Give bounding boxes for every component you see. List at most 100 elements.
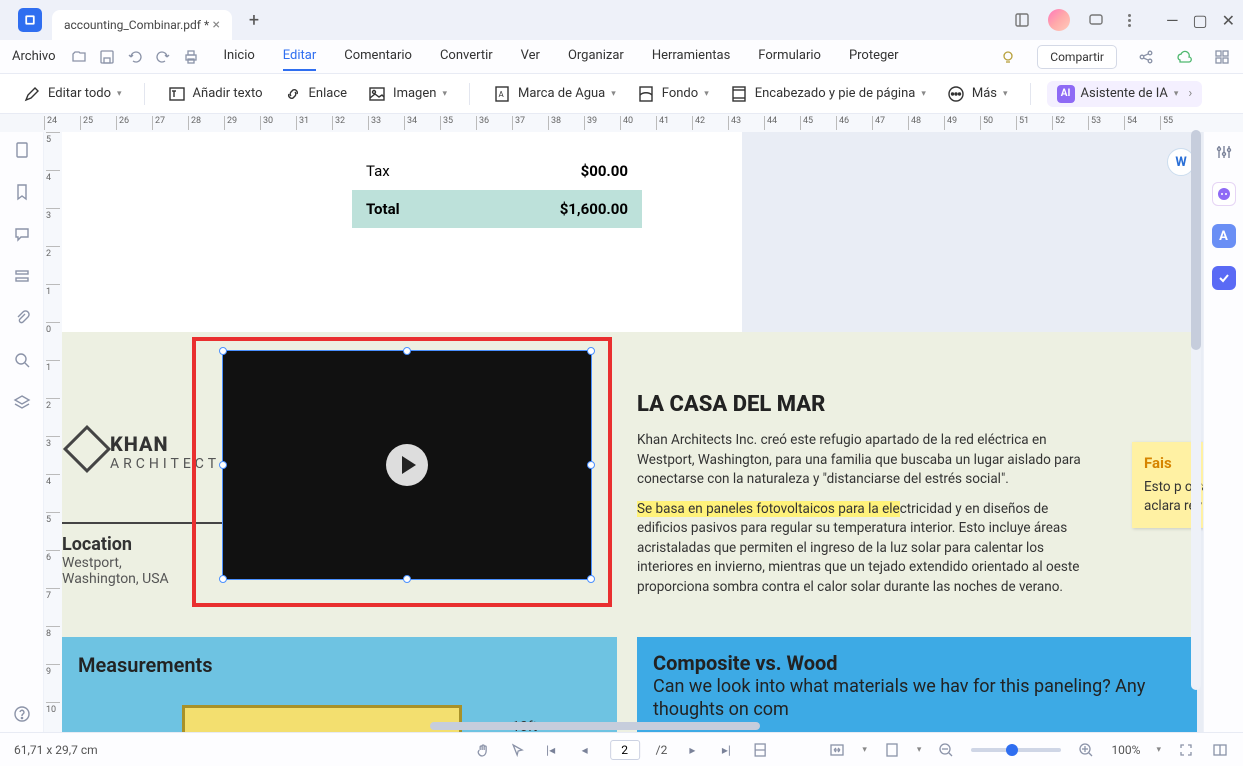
minimize-button[interactable]: — (1166, 11, 1179, 30)
ai-chat-icon[interactable] (1212, 182, 1236, 206)
article-title: LA CASA DEL MAR (637, 392, 1097, 417)
sliders-icon[interactable] (1212, 140, 1236, 164)
resize-handle-se[interactable] (587, 575, 595, 583)
translate-icon[interactable]: A (1212, 224, 1236, 248)
prev-page-icon[interactable]: ◂ (576, 741, 594, 759)
first-page-icon[interactable]: |◂ (542, 741, 560, 759)
read-mode-icon[interactable] (1211, 741, 1229, 759)
cloud-icon[interactable] (1175, 48, 1193, 66)
image-tool[interactable]: Imagen▾ (361, 80, 453, 108)
horizontal-scroll-thumb[interactable] (430, 722, 760, 730)
fit-width-icon[interactable] (828, 741, 846, 759)
document-canvas[interactable]: Tax$00.00 Total$1,600.00 KHAN ARCHITECT … (62, 132, 1203, 742)
resize-handle-ne[interactable] (587, 347, 595, 355)
menu-file[interactable]: Archivo (12, 49, 56, 64)
share-nodes-icon[interactable] (1137, 48, 1155, 66)
undo-icon[interactable] (126, 48, 144, 66)
last-page-icon[interactable]: ▸| (717, 741, 735, 759)
composite-heading: Composite vs. Wood (653, 651, 1181, 675)
play-icon[interactable] (386, 444, 428, 486)
video-object[interactable] (222, 350, 592, 580)
layers-icon[interactable] (12, 392, 32, 412)
lightbulb-icon[interactable] (999, 48, 1017, 66)
view-mode-icon[interactable] (883, 741, 901, 759)
resize-handle-nw[interactable] (219, 347, 227, 355)
menu-proteger[interactable]: Proteger (849, 42, 899, 71)
maximize-button[interactable]: ▢ (1192, 11, 1207, 30)
menu-organizar[interactable]: Organizar (568, 42, 624, 71)
resize-handle-s[interactable] (403, 575, 411, 583)
help-icon[interactable] (12, 704, 32, 724)
more-tool[interactable]: Más▾ (940, 80, 1014, 108)
user-avatar[interactable] (1048, 9, 1070, 31)
zoom-slider-thumb[interactable] (1006, 744, 1018, 756)
comments-icon[interactable] (12, 224, 32, 244)
composite-body: Can we look into what materials we hav f… (653, 675, 1181, 722)
edit-all-tool[interactable]: Editar todo▾ (16, 80, 128, 108)
new-tab-button[interactable]: + (240, 6, 268, 34)
thumbnails-icon[interactable] (12, 140, 32, 160)
save-icon[interactable] (98, 48, 116, 66)
fullscreen-icon[interactable] (1177, 741, 1195, 759)
ai-assistant-tool[interactable]: AIAsistente de IA▾› (1047, 81, 1203, 107)
checklist-icon[interactable] (1212, 266, 1236, 290)
menu-herramientas[interactable]: Herramientas (652, 42, 730, 71)
menu-formulario[interactable]: Formulario (758, 42, 821, 71)
hand-tool-icon[interactable] (474, 741, 492, 759)
resize-handle-w[interactable] (219, 461, 227, 469)
watermark-label: Marca de Agua (518, 86, 605, 101)
vertical-scroll-thumb[interactable] (1191, 130, 1201, 350)
zoom-in-icon[interactable] (1077, 741, 1095, 759)
fields-icon[interactable] (12, 266, 32, 286)
document-tab[interactable]: accounting_Combinar.pdf * × (52, 10, 232, 40)
menu-ver[interactable]: Ver (521, 42, 540, 71)
cursor-coords: 61,71 x 29,7 cm (14, 743, 98, 757)
kebab-icon[interactable] (1122, 12, 1138, 28)
close-tab-icon[interactable]: × (213, 17, 220, 33)
menu-inicio[interactable]: Inicio (224, 42, 255, 71)
grid-icon[interactable] (1213, 48, 1231, 66)
link-tool[interactable]: Enlace (277, 80, 354, 108)
menu-comentario[interactable]: Comentario (344, 42, 412, 71)
edit-all-label: Editar todo (48, 86, 111, 101)
print-icon[interactable] (182, 48, 200, 66)
add-text-tool[interactable]: Añadir texto (161, 80, 269, 108)
image-label: Imagen (393, 86, 436, 101)
close-window-button[interactable]: ✕ (1222, 11, 1235, 30)
open-icon[interactable] (70, 48, 88, 66)
bookmarks-icon[interactable] (12, 182, 32, 202)
app-logo[interactable] (18, 8, 42, 32)
share-button[interactable]: Compartir (1037, 45, 1117, 69)
highlighted-text: Se basa en paneles fotovoltaicos para la… (637, 501, 900, 517)
reflow-icon[interactable] (751, 741, 769, 759)
tax-value: $00.00 (581, 162, 628, 180)
zoom-out-icon[interactable] (937, 741, 955, 759)
article-p1: Khan Architects Inc. creó este refugio a… (637, 431, 1097, 490)
tax-label: Tax (366, 162, 390, 180)
pencil-icon (22, 84, 42, 104)
header-footer-label: Encabezado y pie de página (755, 86, 916, 101)
zoom-slider[interactable] (971, 748, 1061, 752)
zoom-value: 100% (1111, 743, 1140, 757)
ai-assistant-label: Asistente de IA (1081, 86, 1168, 101)
search-icon[interactable] (12, 350, 32, 370)
resize-handle-n[interactable] (403, 347, 411, 355)
header-footer-tool[interactable]: Encabezado y pie de página▾ (723, 80, 932, 108)
select-tool-icon[interactable] (508, 741, 526, 759)
watermark-tool[interactable]: AMarca de Agua▾ (486, 80, 622, 108)
menu-convertir[interactable]: Convertir (440, 42, 493, 71)
background-tool[interactable]: Fondo▾ (630, 80, 715, 108)
title-bar: accounting_Combinar.pdf * × + — ▢ ✕ (0, 0, 1243, 40)
page-input[interactable] (610, 740, 640, 760)
panel-icon[interactable] (1014, 12, 1030, 28)
menu-editar[interactable]: Editar (283, 42, 317, 71)
next-page-icon[interactable]: ▸ (683, 741, 701, 759)
chat-icon[interactable] (1088, 12, 1104, 28)
watermark-icon: A (492, 84, 512, 104)
resize-handle-e[interactable] (587, 461, 595, 469)
total-label: Total (366, 200, 400, 218)
redo-icon[interactable] (154, 48, 172, 66)
resize-handle-sw[interactable] (219, 575, 227, 583)
vertical-scrollbar[interactable] (1191, 130, 1201, 690)
attachments-icon[interactable] (12, 308, 32, 328)
